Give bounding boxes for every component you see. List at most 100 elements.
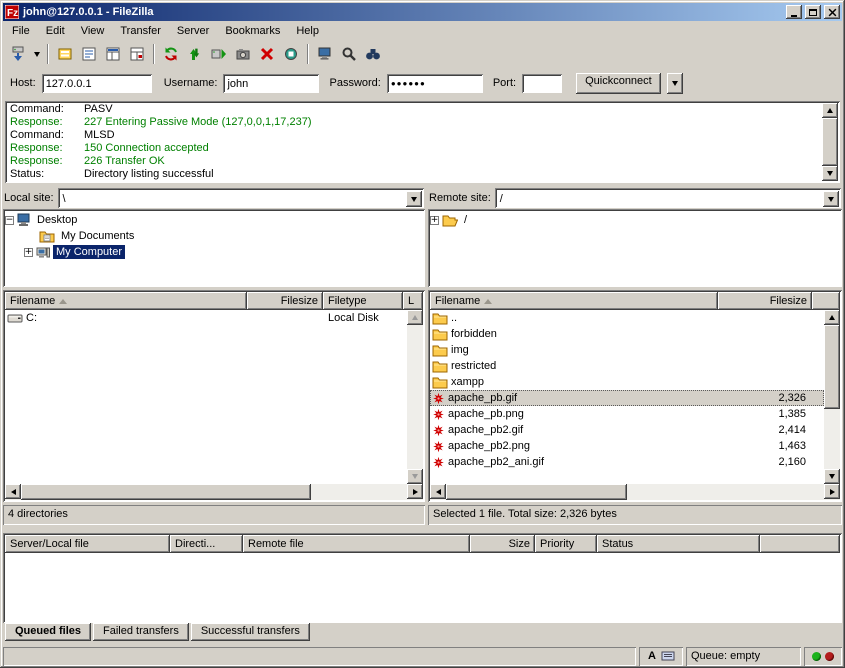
remote-site-dropdown-button[interactable] (823, 191, 839, 207)
file-row[interactable]: C: Local Disk (5, 310, 407, 326)
expand-icon[interactable]: + (430, 216, 439, 225)
scroll-track[interactable] (21, 484, 407, 500)
column-header-priority[interactable]: Priority (535, 535, 597, 553)
scroll-down-button[interactable] (407, 469, 423, 484)
file-row[interactable]: forbidden (430, 326, 824, 342)
column-header-filename[interactable]: Filename (430, 292, 718, 310)
scroll-track[interactable] (824, 325, 840, 469)
username-input[interactable] (223, 74, 319, 93)
cancel-icon (259, 46, 275, 62)
toggle-local-tree-button[interactable] (101, 43, 125, 65)
scroll-track[interactable] (446, 484, 824, 500)
close-icon (828, 8, 837, 17)
port-input[interactable] (522, 74, 562, 93)
scroll-right-button[interactable] (824, 484, 840, 499)
local-site-dropdown-button[interactable] (406, 191, 422, 207)
maximize-icon (809, 9, 817, 16)
preview-button[interactable] (231, 43, 255, 65)
scroll-thumb[interactable] (822, 118, 838, 166)
close-button[interactable] (824, 5, 840, 19)
site-manager-button[interactable] (53, 43, 77, 65)
scroll-thumb[interactable] (446, 484, 627, 500)
column-header-remote-file[interactable]: Remote file (243, 535, 470, 553)
local-site-combobox[interactable]: \ (58, 188, 424, 208)
menu-view[interactable]: View (73, 22, 113, 40)
column-header-direction[interactable]: Directi... (170, 535, 243, 553)
file-icon (432, 456, 445, 469)
column-header-filesize[interactable]: Filesize (247, 292, 323, 310)
main-area: Local site: \ − Desktop My Documents (3, 187, 842, 525)
menu-edit[interactable]: Edit (38, 22, 73, 40)
search-button[interactable] (337, 43, 361, 65)
scroll-left-button[interactable] (5, 484, 21, 499)
file-row[interactable]: xampp (430, 374, 824, 390)
file-row[interactable]: apache_pb2.png 1,463 (430, 438, 824, 454)
collapse-icon[interactable]: − (5, 216, 14, 225)
quickconnect-dropdown-button[interactable] (667, 73, 683, 94)
column-header-status[interactable]: Status (597, 535, 760, 553)
titlebar: john@127.0.0.1 - FileZilla (3, 3, 842, 21)
connect-button[interactable] (6, 43, 30, 65)
toggle-message-log-button[interactable] (77, 43, 101, 65)
local-status-text: 4 directories (3, 505, 425, 525)
column-header-lastmodified[interactable]: L (403, 292, 423, 310)
scroll-thumb[interactable] (21, 484, 311, 500)
file-row[interactable]: .. (430, 310, 824, 326)
disconnect-button[interactable] (279, 43, 303, 65)
file-row[interactable]: apache_pb.png 1,385 (430, 406, 824, 422)
menu-bookmarks[interactable]: Bookmarks (217, 22, 288, 40)
menu-server[interactable]: Server (169, 22, 217, 40)
file-row-selected[interactable]: apache_pb.gif 2,326 (430, 390, 824, 406)
file-row[interactable]: apache_pb2.gif 2,414 (430, 422, 824, 438)
password-input[interactable] (387, 74, 483, 93)
arrow-left-icon (436, 489, 441, 495)
queue-header: Server/Local file Directi... Remote file… (5, 535, 840, 553)
filter-button[interactable] (361, 43, 385, 65)
toolbar-separator (153, 44, 155, 64)
toggle-remote-tree-button[interactable] (125, 43, 149, 65)
tree-item-my-documents[interactable]: My Documents (5, 228, 423, 244)
host-input[interactable] (42, 74, 152, 93)
scroll-thumb[interactable] (824, 325, 840, 409)
file-row[interactable]: apache_pb2_ani.gif 2,160 (430, 454, 824, 470)
column-header-filesize[interactable]: Filesize (718, 292, 812, 310)
maximize-button[interactable] (805, 5, 821, 19)
scroll-down-button[interactable] (824, 469, 840, 484)
open-folder-icon (442, 213, 458, 227)
process-queue-button[interactable] (207, 43, 231, 65)
tree-item-desktop[interactable]: − Desktop (5, 212, 423, 228)
column-header-server-local-file[interactable]: Server/Local file (5, 535, 170, 553)
remote-site-combobox[interactable]: / (495, 188, 841, 208)
scroll-track[interactable] (822, 118, 838, 166)
find-computer-button[interactable] (313, 43, 337, 65)
menu-transfer[interactable]: Transfer (112, 22, 169, 40)
toggle-queue-button[interactable] (183, 43, 207, 65)
file-row[interactable]: restricted (430, 358, 824, 374)
tab-successful-transfers[interactable]: Successful transfers (191, 623, 310, 641)
column-header-size[interactable]: Size (470, 535, 535, 553)
expand-icon[interactable]: + (24, 248, 33, 257)
tree-item-my-computer[interactable]: + My Computer (5, 244, 423, 260)
column-header-filename[interactable]: Filename (5, 292, 247, 310)
connect-dropdown-button[interactable] (30, 43, 43, 65)
tree-item-root[interactable]: + / (430, 212, 840, 228)
minimize-button[interactable] (786, 5, 802, 19)
tab-failed-transfers[interactable]: Failed transfers (93, 623, 189, 641)
scroll-track[interactable] (407, 325, 423, 469)
menu-help[interactable]: Help (288, 22, 327, 40)
log-line: Status:Directory listing successful (10, 168, 820, 181)
scroll-up-button[interactable] (822, 103, 838, 118)
refresh-button[interactable] (159, 43, 183, 65)
cancel-button[interactable] (255, 43, 279, 65)
scroll-up-button[interactable] (407, 310, 423, 325)
menu-file[interactable]: File (4, 22, 38, 40)
tab-queued-files[interactable]: Queued files (5, 623, 91, 641)
scroll-down-button[interactable] (822, 166, 838, 181)
column-header-filetype[interactable]: Filetype (323, 292, 403, 310)
quickconnect-button[interactable]: Quickconnect (576, 73, 661, 94)
file-row[interactable]: img (430, 342, 824, 358)
scroll-up-button[interactable] (824, 310, 840, 325)
scroll-right-button[interactable] (407, 484, 423, 499)
scroll-left-button[interactable] (430, 484, 446, 499)
horizontal-splitter[interactable] (3, 525, 842, 533)
